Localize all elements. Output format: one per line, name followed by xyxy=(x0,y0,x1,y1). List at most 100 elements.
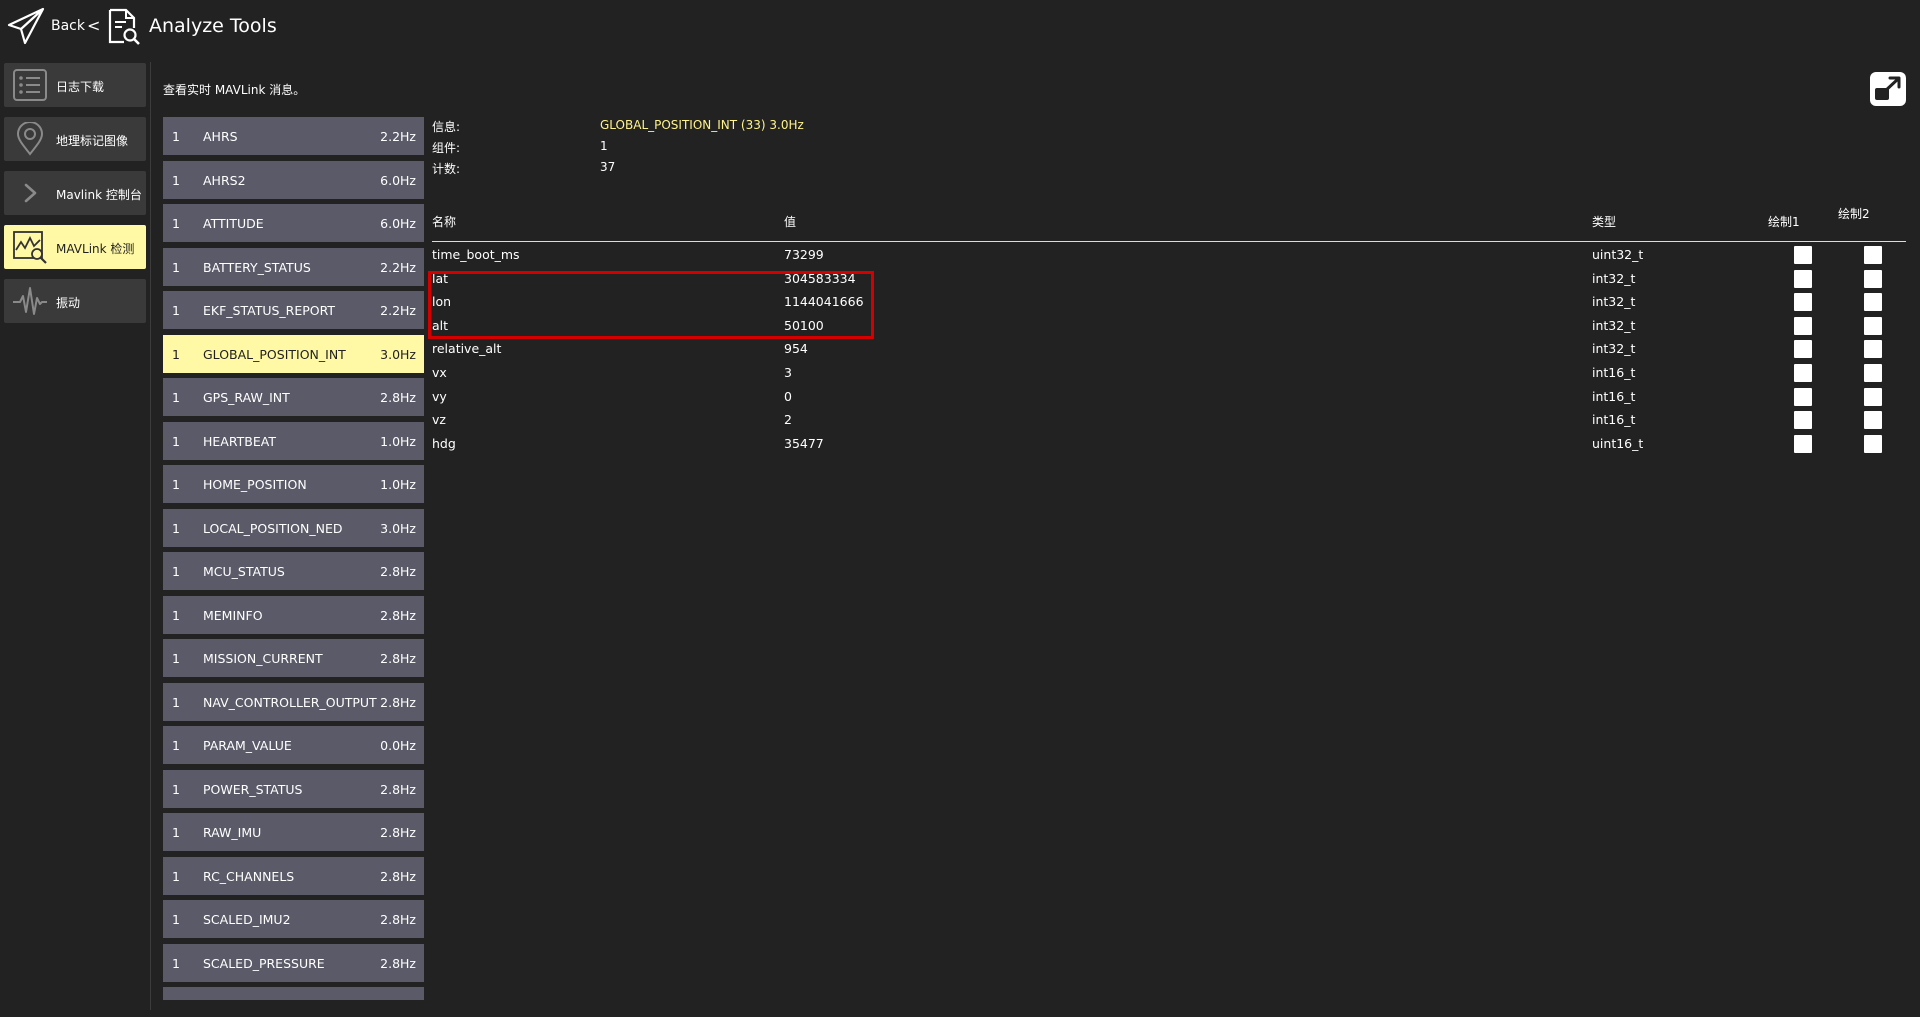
message-list-item[interactable] xyxy=(163,987,424,1000)
message-list-item[interactable]: 1 LOCAL_POSITION_NED 3.0Hz xyxy=(163,508,424,547)
message-list-item[interactable]: 1 MCU_STATUS 2.8Hz xyxy=(163,552,424,590)
field-name: vz xyxy=(432,412,446,428)
message-list-item[interactable]: 1 RAW_IMU 2.8Hz xyxy=(163,813,424,851)
count-label: 计数: xyxy=(432,162,461,176)
panel-divider xyxy=(150,62,151,1010)
plot2-checkbox[interactable] xyxy=(1864,411,1882,430)
field-type: int32_t xyxy=(1592,294,1636,310)
plot1-checkbox[interactable] xyxy=(1794,293,1812,312)
plot1-checkbox[interactable] xyxy=(1794,364,1812,382)
column-header-value: 值 xyxy=(784,215,797,229)
message-list-item[interactable]: 1 AHRS 2.2Hz xyxy=(163,117,424,155)
document-search-icon xyxy=(108,8,140,45)
field-value: 3 xyxy=(784,365,792,380)
message-list-item[interactable]: 1 SCALED_PRESSURE 2.8Hz xyxy=(163,943,424,982)
message-list-item[interactable]: 1 EKF_STATUS_REPORT 2.2Hz xyxy=(163,291,424,329)
message-list-item[interactable]: 1 NAV_CONTROLLER_OUTPUT 2.8Hz xyxy=(163,682,424,721)
message-component-id: 1 xyxy=(172,216,180,231)
message-list-item[interactable]: 1 MEMINFO 2.8Hz xyxy=(163,595,424,634)
count-value: 37 xyxy=(600,160,616,174)
nav-label: Mavlink 控制台 xyxy=(56,188,142,202)
field-value: 2 xyxy=(784,412,792,428)
field-name: relative_alt xyxy=(432,341,502,357)
column-header-type: 类型 xyxy=(1592,215,1617,229)
message-list-item[interactable]: 1 BATTERY_STATUS 2.2Hz xyxy=(163,247,424,286)
message-rate: 1.0Hz xyxy=(380,477,416,492)
message-component-id: 1 xyxy=(172,259,180,275)
field-row: relative_alt 954 int32_t xyxy=(432,338,1906,361)
field-type: uint32_t xyxy=(1592,247,1644,262)
message-list-item[interactable]: 1 ATTITUDE 6.0Hz xyxy=(163,204,424,242)
message-rate: 2.8Hz xyxy=(380,694,416,710)
page-title: Analyze Tools xyxy=(149,15,277,37)
nav-log-download[interactable]: 日志下载 xyxy=(4,63,146,107)
plot1-checkbox[interactable] xyxy=(1794,246,1812,264)
message-list-item[interactable]: 1 GLOBAL_POSITION_INT 3.0Hz xyxy=(163,334,424,373)
plot1-checkbox[interactable] xyxy=(1794,434,1812,453)
page-description: 查看实时 MAVLink 消息。 xyxy=(163,83,306,97)
nav-mavlink-console[interactable]: Mavlink 控制台 xyxy=(4,171,146,215)
plot1-checkbox[interactable] xyxy=(1794,269,1812,288)
paper-plane-icon[interactable] xyxy=(6,6,46,46)
message-component-id: 1 xyxy=(172,477,180,492)
popout-button[interactable] xyxy=(1870,72,1906,106)
plot1-checkbox[interactable] xyxy=(1794,316,1812,335)
back-button[interactable]: Back xyxy=(51,18,85,34)
header-divider xyxy=(432,241,1906,242)
message-list-item[interactable]: 1 MISSION_CURRENT 2.8Hz xyxy=(163,639,424,677)
nav-vibration[interactable]: 振动 xyxy=(4,279,146,323)
plot1-checkbox[interactable] xyxy=(1794,387,1812,406)
message-list-item[interactable]: 1 GPS_RAW_INT 2.8Hz xyxy=(163,378,424,416)
message-component-id: 1 xyxy=(172,433,180,449)
nav-label: 日志下载 xyxy=(56,80,105,94)
message-component-id: 1 xyxy=(172,955,180,971)
field-row: time_boot_ms 73299 uint32_t xyxy=(432,244,1906,267)
info-label: 信息: xyxy=(432,120,461,134)
field-name: vy xyxy=(432,388,447,404)
plot2-checkbox[interactable] xyxy=(1864,316,1882,335)
message-rate: 2.2Hz xyxy=(380,129,416,144)
plot2-checkbox[interactable] xyxy=(1864,246,1882,264)
message-list[interactable]: 1 AHRS 2.2Hz 1 AHRS2 6.0Hz 1 ATTITUDE 6.0Hz 1 BATT… xyxy=(163,117,424,1000)
message-list-item[interactable]: 1 HEARTBEAT 1.0Hz xyxy=(163,421,424,460)
nav-geotag-images[interactable]: 地理标记图像 xyxy=(4,117,146,161)
message-list-item[interactable]: 1 HOME_POSITION 1.0Hz xyxy=(163,465,424,503)
popout-icon xyxy=(1875,76,1901,100)
message-component-id: 1 xyxy=(172,520,180,536)
plot2-checkbox[interactable] xyxy=(1864,364,1882,382)
plot2-checkbox[interactable] xyxy=(1864,293,1882,312)
message-rate: 6.0Hz xyxy=(380,216,416,231)
field-value: 35477 xyxy=(784,435,824,451)
message-component-id: 1 xyxy=(172,564,180,579)
message-rate: 2.2Hz xyxy=(380,303,416,318)
field-type: uint16_t xyxy=(1592,435,1644,451)
plot1-checkbox[interactable] xyxy=(1794,340,1812,359)
message-name: SCALED_IMU2 xyxy=(203,912,291,927)
message-name: HEARTBEAT xyxy=(203,433,276,449)
plot1-checkbox[interactable] xyxy=(1794,411,1812,430)
message-rate: 6.0Hz xyxy=(380,172,416,188)
message-list-item[interactable]: 1 SCALED_IMU2 2.8Hz xyxy=(163,900,424,938)
column-header-plot2: 绘制2 xyxy=(1838,207,1870,221)
message-list-item[interactable]: 1 PARAM_VALUE 0.0Hz xyxy=(163,726,424,764)
component-value: 1 xyxy=(600,139,608,153)
message-rate: 2.8Hz xyxy=(380,390,416,405)
list-icon xyxy=(13,69,47,101)
plot2-checkbox[interactable] xyxy=(1864,387,1882,406)
highlight-box xyxy=(428,271,874,339)
message-rate: 2.2Hz xyxy=(380,259,416,275)
field-type: int32_t xyxy=(1592,317,1636,333)
message-component-id: 1 xyxy=(172,825,180,840)
plot2-checkbox[interactable] xyxy=(1864,340,1882,359)
info-value: GLOBAL_POSITION_INT (33) 3.0Hz xyxy=(600,118,804,132)
message-list-item[interactable]: 1 RC_CHANNELS 2.8Hz xyxy=(163,856,424,895)
message-rate: 2.8Hz xyxy=(380,564,416,579)
message-list-item[interactable]: 1 POWER_STATUS 2.8Hz xyxy=(163,769,424,808)
nav-mavlink-inspector[interactable]: MAVLink 检测 xyxy=(4,225,146,269)
plot2-checkbox[interactable] xyxy=(1864,269,1882,288)
message-component-id: 1 xyxy=(172,346,180,362)
plot2-checkbox[interactable] xyxy=(1864,434,1882,453)
message-component-id: 1 xyxy=(172,607,180,623)
message-component-id: 1 xyxy=(172,868,180,884)
message-list-item[interactable]: 1 AHRS2 6.0Hz xyxy=(163,160,424,199)
